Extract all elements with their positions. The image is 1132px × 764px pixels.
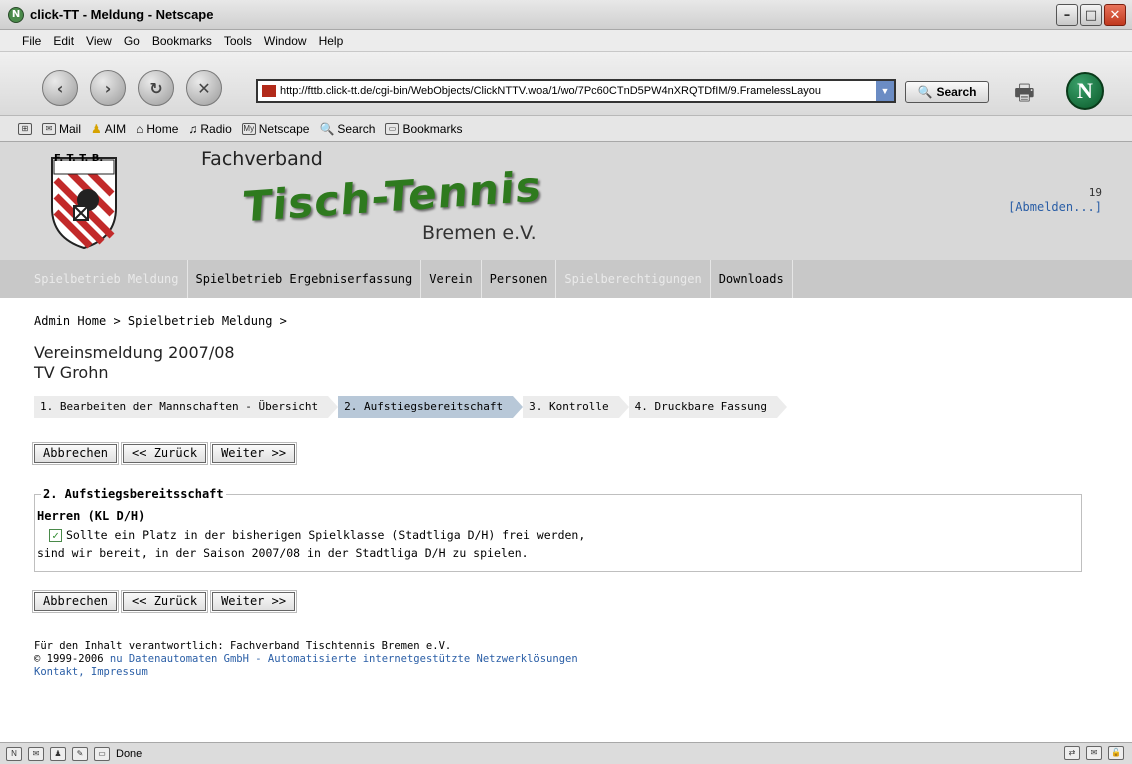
aufstieg-fieldset: 2. Aufstiegsbereitsschaft Herren (KL D/H… bbox=[34, 487, 1082, 572]
breadcrumb[interactable]: Admin Home > Spielbetrieb Meldung > bbox=[34, 314, 287, 328]
menu-help[interactable]: Help bbox=[319, 34, 344, 48]
menu-bar: File Edit View Go Bookmarks Tools Window… bbox=[0, 30, 1132, 52]
aufstieg-checkbox-row: ✓ Sollte ein Platz in der bisherigen Spi… bbox=[49, 528, 585, 542]
popup-blocker-icon[interactable]: ✉ bbox=[1086, 746, 1102, 760]
step-3[interactable]: 3. Kontrolle bbox=[523, 396, 630, 418]
footer-contact-links[interactable]: Kontakt, Impressum bbox=[34, 666, 578, 679]
menu-window[interactable]: Window bbox=[264, 34, 307, 48]
stop-icon[interactable]: ✕ bbox=[186, 70, 222, 106]
my-netscape-icon: My bbox=[241, 122, 256, 135]
status-text: Done bbox=[116, 747, 143, 760]
footer-responsible: Für den Inhalt verantwortlich: Fachverba… bbox=[34, 640, 452, 652]
team-label: Herren (KL D/H) bbox=[37, 509, 146, 523]
menu-tools[interactable]: Tools bbox=[224, 34, 252, 48]
tab-verein[interactable]: Verein bbox=[421, 260, 482, 298]
user-number: 19 bbox=[1088, 186, 1102, 199]
bookmarks-link[interactable]: ▭ Bookmarks bbox=[385, 122, 462, 136]
mail-icon: ✉ bbox=[42, 122, 56, 135]
address-book-status-icon[interactable]: ▭ bbox=[94, 746, 110, 761]
page-footer: Für den Inhalt verantwortlich: Fachverba… bbox=[34, 640, 578, 679]
home-icon: ⌂ bbox=[136, 121, 144, 136]
search-link[interactable]: 🔍 Search bbox=[319, 122, 375, 136]
security-lock-icon[interactable]: 🔓 bbox=[1108, 746, 1124, 760]
footer-company-link[interactable]: nu Datenautomaten GmbH - Automatisierte … bbox=[110, 653, 578, 665]
netscape-app-icon: N bbox=[8, 6, 24, 23]
netscape-link[interactable]: My Netscape bbox=[241, 122, 309, 136]
next-button[interactable]: Weiter >> bbox=[210, 442, 298, 465]
tab-spielbetrieb-meldung: Spielbetrieb Meldung bbox=[0, 260, 188, 298]
bookmarks-icon: ▭ bbox=[385, 122, 400, 135]
home-link[interactable]: ⌂ Home bbox=[136, 122, 178, 136]
print-icon[interactable]: 🖶 bbox=[1014, 76, 1046, 106]
button-row-bottom: Abbrechen << Zurück Weiter >> bbox=[31, 590, 298, 613]
menu-file[interactable]: File bbox=[22, 34, 41, 48]
tab-spielbetrieb-ergebniserfassung[interactable]: Spielbetrieb Ergebniserfassung bbox=[188, 260, 422, 298]
search-button[interactable]: 🔍 Search bbox=[905, 81, 989, 103]
search-icon: 🔍 bbox=[917, 85, 933, 99]
site-header: F. T. T. B. Fachverband Tisch-Tennis Bre… bbox=[0, 142, 1132, 260]
menu-go[interactable]: Go bbox=[124, 34, 140, 48]
netscape-status-icon[interactable]: N bbox=[6, 746, 22, 761]
forward-icon[interactable]: › bbox=[90, 70, 126, 106]
step-1[interactable]: 1. Bearbeiten der Mannschaften - Übersic… bbox=[34, 396, 339, 418]
url-text: http://fttb.click-tt.de/cgi-bin/WebObjec… bbox=[280, 85, 822, 97]
cancel-button[interactable]: Abbrechen bbox=[31, 442, 120, 465]
composer-status-icon[interactable]: ✎ bbox=[72, 746, 88, 761]
status-bar: N ✉ ♟ ✎ ▭ Done ⇄ ✉ 🔓 bbox=[0, 742, 1132, 764]
navigation-toolbar: ‹ › ↻ ✕ http://fttb.click-tt.de/cgi-bin/… bbox=[0, 52, 1132, 116]
maximize-button[interactable]: □ bbox=[1080, 4, 1102, 26]
url-input[interactable]: http://fttb.click-tt.de/cgi-bin/WebObjec… bbox=[256, 79, 896, 103]
step-2-active: 2. Aufstiegsbereitschaft bbox=[338, 396, 524, 418]
menu-edit[interactable]: Edit bbox=[53, 34, 74, 48]
page-title: Vereinsmeldung 2007/08 bbox=[34, 343, 235, 362]
mail-status-icon[interactable]: ✉ bbox=[28, 746, 44, 761]
tab-downloads[interactable]: Downloads bbox=[711, 260, 793, 298]
window-title: click-TT - Meldung - Netscape bbox=[30, 7, 214, 22]
checkbox-label-line1: Sollte ein Platz in der bisherigen Spiel… bbox=[66, 528, 586, 542]
header-tisch-tennis: Tisch-Tennis bbox=[241, 161, 544, 232]
mail-link[interactable]: ✉ Mail bbox=[42, 122, 81, 136]
back-button[interactable]: << Zurück bbox=[121, 442, 209, 465]
minimize-button[interactable]: – bbox=[1056, 4, 1078, 26]
search-icon: 🔍 bbox=[319, 121, 335, 136]
site-favicon-icon bbox=[262, 85, 276, 97]
aufstieg-checkbox[interactable]: ✓ bbox=[49, 528, 62, 542]
logo-text: F. T. T. B. bbox=[54, 153, 104, 164]
url-dropdown-icon[interactable]: ▼ bbox=[876, 81, 894, 101]
header-bremen: Bremen e.V. bbox=[422, 222, 537, 244]
online-status-icon[interactable]: ⇄ bbox=[1064, 746, 1080, 760]
radio-link[interactable]: ♫ Radio bbox=[188, 122, 231, 136]
page-title-block: Vereinsmeldung 2007/08 TV Grohn bbox=[34, 343, 235, 383]
footer-copyright: © 1999-2006 bbox=[34, 653, 104, 665]
aim-status-icon[interactable]: ♟ bbox=[50, 746, 66, 761]
reload-icon[interactable]: ↻ bbox=[138, 70, 174, 106]
web-page: F. T. T. B. Fachverband Tisch-Tennis Bre… bbox=[0, 142, 1132, 742]
radio-icon: ♫ bbox=[188, 121, 198, 136]
cancel-button[interactable]: Abbrechen bbox=[31, 590, 120, 613]
main-tab-nav: Spielbetrieb Meldung Spielbetrieb Ergebn… bbox=[0, 260, 1132, 298]
personal-toolbar: ⊞ ✉ Mail ♟ AIM ⌂ Home ♫ Radio My Netscape 🔍 Se… bbox=[0, 116, 1132, 142]
close-button[interactable]: ✕ bbox=[1104, 4, 1126, 26]
button-row-top: Abbrechen << Zurück Weiter >> bbox=[31, 442, 298, 465]
page-subtitle: TV Grohn bbox=[34, 363, 109, 382]
tabs-icon[interactable]: ⊞ bbox=[18, 122, 32, 135]
logout-link[interactable]: [Abmelden...] bbox=[1008, 200, 1102, 214]
aim-link[interactable]: ♟ AIM bbox=[91, 122, 126, 136]
tab-personen[interactable]: Personen bbox=[482, 260, 557, 298]
window-titlebar: N click-TT - Meldung - Netscape – □ ✕ bbox=[0, 0, 1132, 30]
back-button[interactable]: << Zurück bbox=[121, 590, 209, 613]
wizard-steps: 1. Bearbeiten der Mannschaften - Übersic… bbox=[34, 396, 788, 418]
menu-bookmarks[interactable]: Bookmarks bbox=[152, 34, 212, 48]
fieldset-legend: 2. Aufstiegsbereitsschaft bbox=[41, 487, 226, 501]
next-button[interactable]: Weiter >> bbox=[210, 590, 298, 613]
netscape-throbber-icon[interactable]: N bbox=[1066, 72, 1104, 110]
menu-view[interactable]: View bbox=[86, 34, 112, 48]
checkbox-label-line2: sind wir bereit, in der Saison 2007/08 i… bbox=[37, 546, 529, 560]
step-4[interactable]: 4. Druckbare Fassung bbox=[628, 396, 788, 418]
aim-icon: ♟ bbox=[91, 121, 102, 136]
fttb-logo-icon bbox=[51, 157, 117, 250]
tab-spielberechtigungen: Spielberechtigungen bbox=[556, 260, 711, 298]
back-icon[interactable]: ‹ bbox=[42, 70, 78, 106]
header-fachverband: Fachverband bbox=[201, 148, 323, 170]
